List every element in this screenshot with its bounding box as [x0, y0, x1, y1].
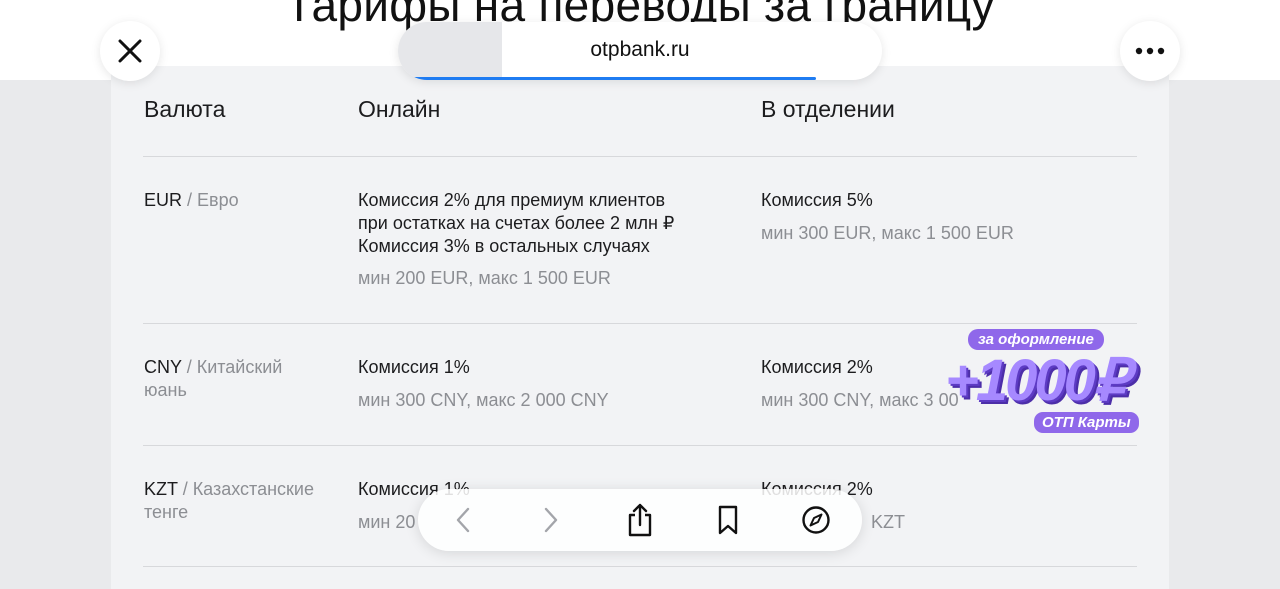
branch-limits-kzt: KZT: [871, 512, 905, 532]
browser-toolbar: [418, 489, 862, 551]
online-limits-cny: мин 300 CNY, макс 2 000 CNY: [358, 390, 609, 410]
share-icon: [628, 503, 652, 537]
currency-name: / Казахстанские: [182, 479, 314, 499]
bookmarks-button[interactable]: [712, 504, 744, 536]
close-button[interactable]: [100, 21, 160, 81]
currency-code: EUR: [144, 190, 183, 210]
online-commission-eur: Комиссия 2% для премиум клиентов при ост…: [358, 189, 674, 258]
back-icon: [456, 507, 470, 533]
row-divider: [143, 566, 1137, 567]
currency-code: KZT: [144, 479, 178, 499]
header-online: Онлайн: [358, 96, 441, 122]
tabs-button[interactable]: [800, 504, 832, 536]
forward-button[interactable]: [535, 504, 567, 536]
currency-kzt: KZT / Казахстанские тенге: [144, 478, 314, 524]
compass-icon: [802, 506, 830, 534]
currency-name-cont: тенге: [144, 502, 189, 522]
url-text: otpbank.ru: [590, 38, 690, 61]
promo-badge[interactable]: за оформление +1000₽ ОТП Карты: [940, 326, 1140, 438]
branch-limits-eur: мин 300 EUR, макс 1 500 EUR: [761, 223, 1014, 243]
more-button[interactable]: [1120, 21, 1180, 81]
promo-amount: +1000₽: [945, 348, 1130, 413]
online-limits-kzt: мин 20: [358, 512, 416, 532]
currency-code: CNY: [144, 357, 182, 377]
row-divider: [143, 156, 1137, 157]
header-branch: В отделении: [761, 96, 895, 122]
bookmarks-icon: [718, 505, 738, 535]
close-icon: [118, 39, 142, 63]
page-load-progress: [410, 77, 816, 80]
commission-line: Комиссия 2% для премиум клиентов: [358, 190, 666, 210]
currency-name: / Евро: [187, 190, 239, 210]
row-divider: [143, 445, 1137, 446]
currency-name: / Китайский: [186, 357, 283, 377]
currency-eur: EUR / Евро: [144, 189, 239, 212]
commission-line: при остатках на счетах более 2 млн ₽: [358, 213, 675, 233]
branch-commission-cny: Комиссия 2%: [761, 357, 873, 377]
promo-subtitle: ОТП Карты: [1034, 412, 1139, 433]
header-currency: Валюта: [144, 96, 226, 122]
forward-icon: [544, 507, 558, 533]
online-commission-cny: Комиссия 1%: [358, 357, 470, 377]
share-button[interactable]: [624, 503, 656, 537]
branch-commission-eur: Комиссия 5%: [761, 190, 873, 210]
online-limits-eur: мин 200 EUR, макс 1 500 EUR: [358, 268, 611, 288]
address-bar[interactable]: otpbank.ru: [398, 22, 882, 80]
commission-line: Комиссия 3% в остальных случаях: [358, 236, 650, 256]
currency-cny: CNY / Китайский юань: [144, 356, 282, 402]
branch-limits-cny: мин 300 CNY, макс 3 00: [761, 390, 959, 410]
more-icon: [1135, 47, 1165, 55]
row-divider: [143, 323, 1137, 324]
back-button[interactable]: [447, 504, 479, 536]
currency-name-cont: юань: [144, 380, 187, 400]
